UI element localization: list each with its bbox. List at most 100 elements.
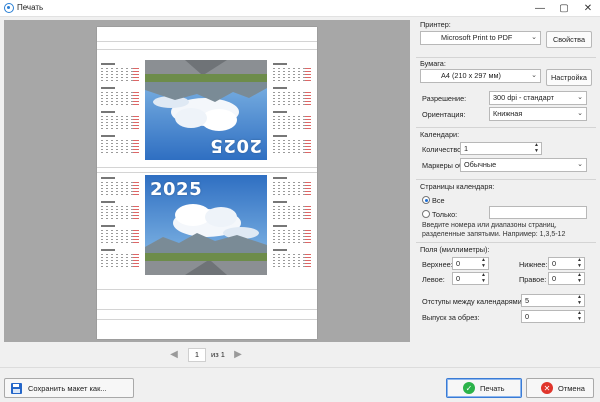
stepper-arrows-icon[interactable]: ▲ ▼ bbox=[534, 142, 539, 154]
calendar-year-top: 2025 bbox=[209, 135, 262, 156]
stepper-arrows-icon[interactable]: ▲ ▼ bbox=[577, 310, 582, 322]
page-navigator: ◀ 1 из 1 ▶ bbox=[168, 348, 248, 362]
printer-section-title: Принтер: bbox=[420, 20, 451, 29]
save-layout-button[interactable]: Сохранить макет как... bbox=[4, 378, 134, 398]
minimize-icon: — bbox=[535, 3, 545, 14]
orientation-value: Книжная bbox=[493, 109, 523, 118]
calendar-photo-top: 2025 bbox=[145, 60, 267, 160]
window-title: Печать bbox=[17, 3, 44, 12]
cancel-button[interactable]: ✕ Отмена bbox=[526, 378, 594, 398]
all-pages-radio[interactable] bbox=[422, 196, 430, 204]
cut-line bbox=[97, 319, 317, 320]
cut-line bbox=[97, 41, 317, 42]
mini-months-left-bottom bbox=[101, 177, 141, 273]
chevron-down-icon: ⌄ bbox=[531, 72, 537, 79]
margin-right-stepper[interactable]: 0 ▲ ▼ bbox=[548, 272, 585, 285]
stepper-arrows-icon[interactable]: ▲ ▼ bbox=[577, 257, 582, 269]
margin-left-label: Левое: bbox=[422, 275, 445, 284]
divider bbox=[416, 57, 596, 58]
arrow-left-icon: ◀ bbox=[170, 349, 178, 360]
paper-setup-button[interactable]: Настройка bbox=[546, 69, 592, 86]
close-window-button[interactable]: ✕ bbox=[576, 0, 600, 17]
minimize-button[interactable]: — bbox=[528, 0, 552, 17]
spacing-label: Отступы между календарями: bbox=[422, 297, 524, 306]
margin-top-label: Верхнее: bbox=[422, 260, 453, 269]
bleed-stepper[interactable]: 0 ▲ ▼ bbox=[521, 310, 585, 323]
margin-bottom-value: 0 bbox=[552, 259, 557, 268]
calendar-photo-bottom: 2025 bbox=[145, 175, 267, 275]
only-pages-radio[interactable] bbox=[422, 210, 430, 218]
margin-left-stepper[interactable]: 0 ▲ ▼ bbox=[452, 272, 489, 285]
cancel-icon: ✕ bbox=[541, 382, 553, 394]
orientation-select[interactable]: Книжная ⌄ bbox=[489, 107, 587, 121]
margin-right-value: 0 bbox=[552, 274, 557, 283]
chevron-down-icon: ⌄ bbox=[577, 161, 583, 168]
printer-properties-button[interactable]: Свойства bbox=[546, 31, 592, 48]
page-count-label: из 1 bbox=[211, 350, 225, 359]
resolution-select[interactable]: 300 dpi - стандарт ⌄ bbox=[489, 91, 587, 105]
pages-hint: Введите номера или диапазоны страниц, ра… bbox=[422, 222, 566, 238]
cut-line bbox=[97, 167, 317, 168]
crop-markers-select[interactable]: Обычные ⌄ bbox=[460, 158, 587, 172]
crop-markers-value: Обычные bbox=[464, 160, 497, 169]
mini-months-right-bottom bbox=[273, 177, 313, 273]
paper-size-select[interactable]: A4 (210 x 297 мм) ⌄ bbox=[420, 69, 541, 83]
divider bbox=[0, 367, 600, 368]
cut-line bbox=[97, 49, 317, 50]
spacing-value: 5 bbox=[525, 296, 530, 305]
all-pages-label: Все bbox=[432, 196, 445, 205]
print-preview: 2025 2025 bbox=[4, 20, 410, 342]
chevron-down-icon: ⌄ bbox=[531, 34, 537, 41]
print-button[interactable]: ✓ Печать bbox=[446, 378, 522, 398]
title-bar: Печать — ▢ ✕ bbox=[0, 0, 600, 17]
maximize-button[interactable]: ▢ bbox=[552, 0, 576, 17]
divider bbox=[416, 179, 596, 180]
margins-section-title: Поля (миллиметры): bbox=[420, 245, 490, 254]
stepper-arrows-icon[interactable]: ▲ ▼ bbox=[577, 294, 582, 306]
maximize-icon: ▢ bbox=[559, 3, 569, 14]
divider bbox=[416, 242, 596, 243]
pages-section-title: Страницы календаря: bbox=[420, 182, 495, 191]
count-stepper[interactable]: 1 ▲ ▼ bbox=[460, 142, 542, 155]
spacing-stepper[interactable]: 5 ▲ ▼ bbox=[521, 294, 585, 307]
prev-page-button[interactable]: ◀ bbox=[168, 349, 180, 361]
paper-size-value: A4 (210 x 297 мм) bbox=[441, 71, 501, 80]
margin-top-stepper[interactable]: 0 ▲ ▼ bbox=[452, 257, 489, 270]
stepper-arrows-icon[interactable]: ▲ ▼ bbox=[481, 257, 486, 269]
margin-top-value: 0 bbox=[456, 259, 461, 268]
resolution-value: 300 dpi - стандарт bbox=[493, 93, 554, 102]
only-pages-label: Только: bbox=[432, 210, 458, 219]
printer-select[interactable]: Microsoft Print to PDF ⌄ bbox=[420, 31, 541, 45]
page-number-input[interactable]: 1 bbox=[188, 348, 206, 362]
count-label: Количество: bbox=[422, 145, 464, 154]
pages-range-input[interactable] bbox=[489, 206, 587, 219]
margin-bottom-stepper[interactable]: 0 ▲ ▼ bbox=[548, 257, 585, 270]
preview-page: 2025 2025 bbox=[97, 27, 317, 339]
chevron-down-icon: ⌄ bbox=[577, 110, 583, 117]
margin-right-label: Правое: bbox=[519, 275, 547, 284]
resolution-label: Разрешение: bbox=[422, 94, 467, 103]
calendars-section-title: Календари: bbox=[420, 130, 460, 139]
orientation-label: Ориентация: bbox=[422, 110, 466, 119]
stepper-arrows-icon[interactable]: ▲ ▼ bbox=[481, 272, 486, 284]
chevron-down-icon: ⌄ bbox=[577, 94, 583, 101]
mini-months-right-top bbox=[273, 63, 313, 159]
print-label: Печать bbox=[480, 383, 505, 393]
bleed-label: Выпуск за обрез: bbox=[422, 313, 480, 322]
stepper-arrows-icon[interactable]: ▲ ▼ bbox=[577, 272, 582, 284]
bleed-value: 0 bbox=[525, 312, 530, 321]
close-icon: ✕ bbox=[583, 3, 593, 14]
margin-left-value: 0 bbox=[456, 274, 461, 283]
margin-bottom-label: Нижнее: bbox=[519, 260, 548, 269]
count-value: 1 bbox=[464, 144, 469, 153]
next-page-button[interactable]: ▶ bbox=[232, 349, 244, 361]
app-icon bbox=[4, 3, 14, 13]
arrow-right-icon: ▶ bbox=[234, 349, 242, 360]
divider bbox=[416, 127, 596, 128]
calendar-year-bottom: 2025 bbox=[150, 179, 203, 200]
save-icon bbox=[11, 382, 22, 394]
cut-line bbox=[97, 309, 317, 310]
checkmark-icon: ✓ bbox=[463, 382, 475, 394]
save-layout-label: Сохранить макет как... bbox=[28, 383, 107, 393]
paper-section-title: Бумага: bbox=[420, 59, 446, 68]
